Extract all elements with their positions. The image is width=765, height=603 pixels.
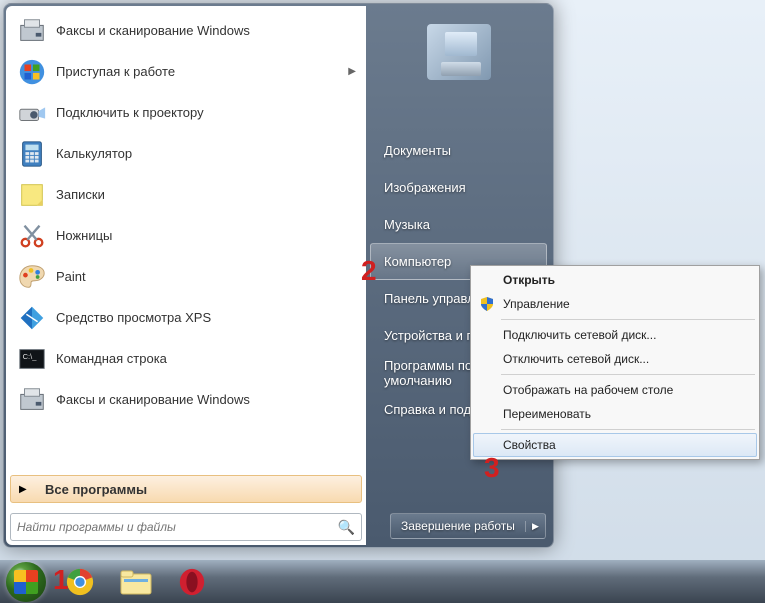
uac-shield-icon <box>479 296 495 312</box>
callout-3: 3 <box>484 452 500 484</box>
program-projector[interactable]: Подключить к проектору <box>10 92 362 133</box>
link-label: Документы <box>384 143 451 158</box>
triangle-right-icon: ▶ <box>19 484 31 495</box>
cm-label: Отключить сетевой диск... <box>503 352 649 366</box>
program-label: Средство просмотра XPS <box>56 310 356 325</box>
program-paint[interactable]: Paint <box>10 256 362 297</box>
program-label: Paint <box>56 269 356 284</box>
program-label: Приступая к работе <box>56 64 348 79</box>
start-menu-left-panel: Факсы и сканирование Windows Приступая к… <box>6 6 366 545</box>
cm-disconnect-drive[interactable]: Отключить сетевой диск... <box>473 347 757 371</box>
search-icon: 🔍 <box>338 519 355 536</box>
link-documents[interactable]: Документы <box>370 132 547 169</box>
all-programs-label: Все программы <box>45 482 147 497</box>
cm-rename[interactable]: Переименовать <box>473 402 757 426</box>
getting-started-icon <box>16 56 48 88</box>
link-music[interactable]: Музыка <box>370 206 547 243</box>
program-xps-viewer[interactable]: Средство просмотра XPS <box>10 297 362 338</box>
taskbar-explorer[interactable] <box>114 564 158 600</box>
program-sticky-notes[interactable]: Записки <box>10 174 362 215</box>
submenu-arrow-icon: ▶ <box>348 66 356 77</box>
cm-open[interactable]: Открыть <box>473 268 757 292</box>
cmd-icon: C:\_ <box>16 343 48 375</box>
user-avatar-area[interactable] <box>370 12 547 92</box>
fax-scan-icon <box>16 15 48 47</box>
callout-2: 2 <box>361 255 377 287</box>
projector-icon <box>16 97 48 129</box>
taskbar-opera[interactable] <box>170 564 214 600</box>
cm-separator <box>501 319 755 320</box>
program-list: Факсы и сканирование Windows Приступая к… <box>10 10 362 471</box>
cm-properties[interactable]: Свойства <box>473 433 757 457</box>
paint-icon <box>16 261 48 293</box>
cm-label: Отображать на рабочем столе <box>503 383 673 397</box>
fax-scan-icon <box>16 384 48 416</box>
program-snipping-tool[interactable]: Ножницы <box>10 215 362 256</box>
taskbar[interactable] <box>0 560 765 603</box>
scissors-icon <box>16 220 48 252</box>
xps-viewer-icon <box>16 302 48 334</box>
cm-label: Переименовать <box>503 407 591 421</box>
cm-separator <box>501 429 755 430</box>
sticky-notes-icon <box>16 179 48 211</box>
cm-map-drive[interactable]: Подключить сетевой диск... <box>473 323 757 347</box>
program-fax-scan[interactable]: Факсы и сканирование Windows <box>10 10 362 51</box>
program-label: Факсы и сканирование Windows <box>56 392 356 407</box>
link-label: Музыка <box>384 217 430 232</box>
program-getting-started[interactable]: Приступая к работе ▶ <box>10 51 362 92</box>
program-calculator[interactable]: Калькулятор <box>10 133 362 174</box>
link-pictures[interactable]: Изображения <box>370 169 547 206</box>
start-button[interactable] <box>6 562 46 602</box>
program-label: Калькулятор <box>56 146 356 161</box>
computer-avatar-icon <box>427 24 491 80</box>
svg-text:C:\_: C:\_ <box>23 352 38 361</box>
shutdown-row: Завершение работы ▶ <box>370 513 547 539</box>
program-label: Командная строка <box>56 351 356 366</box>
program-label: Записки <box>56 187 356 202</box>
search-box[interactable]: 🔍 <box>10 513 362 541</box>
calculator-icon <box>16 138 48 170</box>
link-label: Изображения <box>384 180 466 195</box>
cm-separator <box>501 374 755 375</box>
program-cmd[interactable]: C:\_ Командная строка <box>10 338 362 379</box>
program-fax-scan-2[interactable]: Факсы и сканирование Windows <box>10 379 362 420</box>
shutdown-options-arrow-icon[interactable]: ▶ <box>525 521 545 532</box>
search-input[interactable] <box>17 520 338 534</box>
context-menu: Открыть Управление Подключить сетевой ди… <box>470 265 760 460</box>
program-label: Факсы и сканирование Windows <box>56 23 356 38</box>
shutdown-button[interactable]: Завершение работы ▶ <box>390 513 546 539</box>
cm-label: Открыть <box>503 273 555 287</box>
cm-manage[interactable]: Управление <box>473 292 757 316</box>
cm-label: Свойства <box>503 438 556 452</box>
callout-1: 1 <box>53 564 69 596</box>
cm-show-desktop[interactable]: Отображать на рабочем столе <box>473 378 757 402</box>
program-label: Подключить к проектору <box>56 105 356 120</box>
program-label: Ножницы <box>56 228 356 243</box>
link-label: Компьютер <box>384 254 451 269</box>
cm-label: Подключить сетевой диск... <box>503 328 656 342</box>
all-programs-button[interactable]: ▶ Все программы <box>10 475 362 503</box>
cm-label: Управление <box>503 297 570 311</box>
shutdown-label: Завершение работы <box>391 519 525 533</box>
